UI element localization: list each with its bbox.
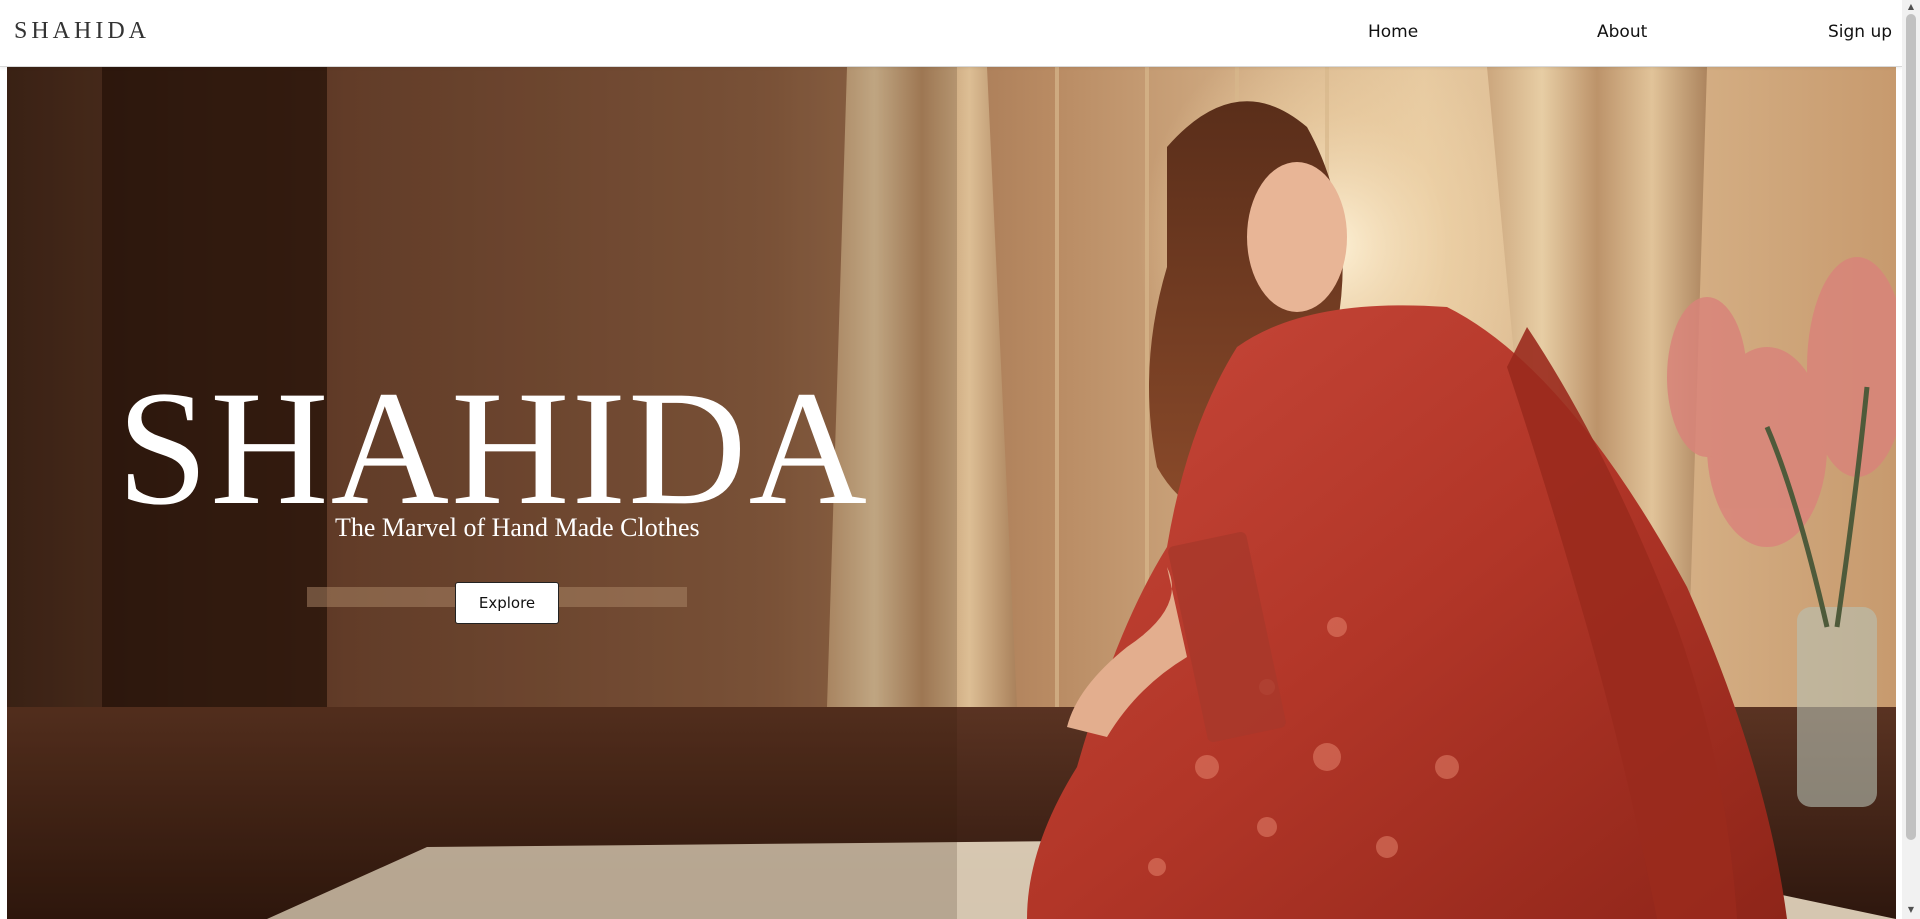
brand-logo[interactable]: SHAHIDA — [14, 18, 150, 45]
hero-subtitle: The Marvel of Hand Made Clothes — [335, 513, 700, 542]
scroll-up-arrow-icon[interactable]: ▲ — [1902, 0, 1920, 14]
scroll-down-arrow-icon[interactable]: ▼ — [1902, 903, 1920, 917]
top-navbar: SHAHIDA Home About Sign up — [0, 0, 1902, 67]
page-scrollbar[interactable]: ▲ ▼ — [1902, 0, 1920, 919]
hero-title: SHAHIDA — [117, 358, 869, 539]
nav-link-home[interactable]: Home — [1368, 22, 1418, 42]
scrollbar-thumb[interactable] — [1906, 14, 1916, 840]
nav-link-sign-up[interactable]: Sign up — [1828, 22, 1892, 42]
nav-link-about[interactable]: About — [1597, 22, 1647, 42]
explore-button[interactable]: Explore — [455, 582, 559, 624]
hero-section: SHAHIDA The Marvel of Hand Made Clothes … — [7, 67, 1896, 919]
